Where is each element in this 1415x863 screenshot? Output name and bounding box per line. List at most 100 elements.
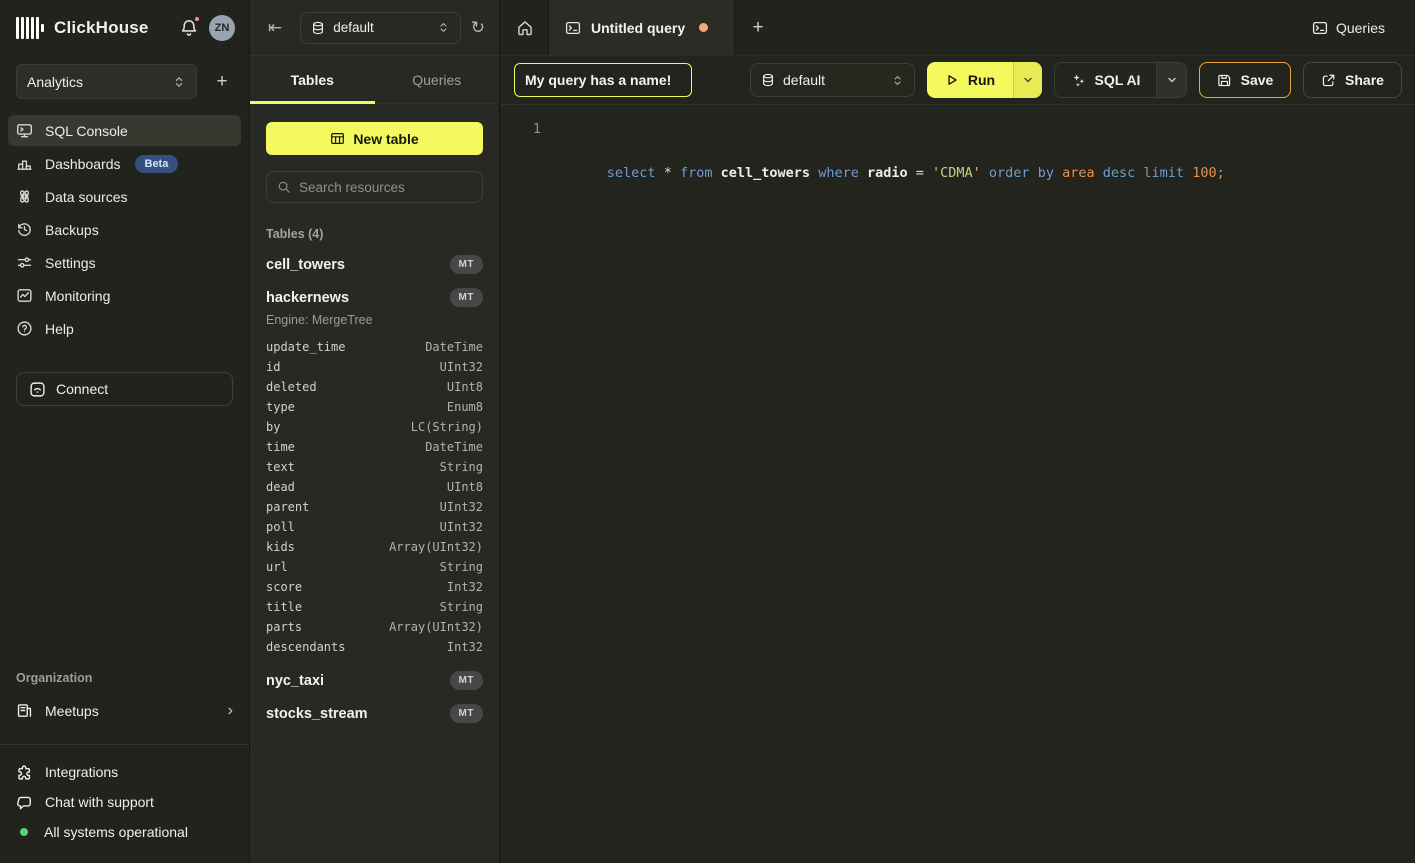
refresh-button[interactable]: ↻ bbox=[471, 18, 485, 38]
column-row[interactable]: time DateTime bbox=[266, 437, 483, 457]
column-type: Int32 bbox=[447, 640, 483, 654]
column-type: String bbox=[440, 600, 483, 614]
table-row-cell-towers[interactable]: cell_towers MT bbox=[266, 255, 483, 274]
clickhouse-logo[interactable] bbox=[16, 16, 44, 40]
tables-section-label: Tables (4) bbox=[266, 227, 483, 241]
chat-support-label: Chat with support bbox=[45, 794, 154, 810]
add-workspace-button[interactable]: + bbox=[209, 69, 235, 95]
database-selected-label: default bbox=[783, 72, 825, 88]
column-type: Array(UInt32) bbox=[389, 540, 483, 554]
notifications-button[interactable] bbox=[179, 18, 199, 38]
query-tab-label: Untitled query bbox=[591, 20, 685, 36]
sql-token: 100; bbox=[1192, 165, 1225, 181]
integrations-label: Integrations bbox=[45, 764, 118, 780]
explorer-database-selector[interactable]: default bbox=[300, 12, 461, 44]
save-button[interactable]: Save bbox=[1199, 62, 1291, 98]
column-row[interactable]: dead UInt8 bbox=[266, 477, 483, 497]
search-input[interactable] bbox=[299, 180, 476, 195]
column-type: DateTime bbox=[425, 340, 483, 354]
integrations-icon bbox=[16, 764, 33, 781]
column-row[interactable]: update_time DateTime bbox=[266, 337, 483, 357]
run-button[interactable]: Run bbox=[927, 62, 1013, 98]
sidebar-item-dashboards[interactable]: Dashboards Beta bbox=[8, 148, 241, 179]
column-row[interactable]: title String bbox=[266, 597, 483, 617]
sidebar-item-chat-support[interactable]: Chat with support bbox=[8, 787, 241, 817]
query-workbench: Untitled query + Queries default Run bbox=[501, 0, 1415, 863]
system-status-item[interactable]: All systems operational bbox=[8, 817, 241, 847]
sql-editor[interactable]: 1 select * from cell_towers where radio … bbox=[501, 105, 1415, 863]
workspace-selector[interactable]: Analytics bbox=[16, 64, 197, 99]
sidebar-item-data-sources[interactable]: Data sources bbox=[8, 181, 241, 212]
sidebar-item-label: Settings bbox=[45, 255, 96, 271]
query-name-input[interactable] bbox=[514, 63, 692, 97]
column-name: score bbox=[266, 580, 302, 594]
sidebar-item-integrations[interactable]: Integrations bbox=[8, 757, 241, 787]
column-name: time bbox=[266, 440, 295, 454]
sql-ai-options-button[interactable] bbox=[1156, 63, 1186, 97]
column-name: type bbox=[266, 400, 295, 414]
table-row-hackernews[interactable]: hackernews MT bbox=[266, 288, 483, 307]
tab-tables[interactable]: Tables bbox=[250, 56, 375, 103]
sidebar-item-sql-console[interactable]: SQL Console bbox=[8, 115, 241, 146]
column-row[interactable]: id UInt32 bbox=[266, 357, 483, 377]
sql-token bbox=[1030, 165, 1038, 181]
run-options-button[interactable] bbox=[1013, 62, 1042, 98]
dashboards-icon bbox=[16, 155, 33, 172]
column-row[interactable]: type Enum8 bbox=[266, 397, 483, 417]
line-number: 1 bbox=[501, 118, 541, 863]
sidebar-item-help[interactable]: Help bbox=[8, 313, 241, 344]
column-type: String bbox=[440, 560, 483, 574]
queries-button-label: Queries bbox=[1336, 20, 1385, 36]
table-row-stocks-stream[interactable]: stocks_stream MT bbox=[266, 704, 483, 723]
sidebar-item-settings[interactable]: Settings bbox=[8, 247, 241, 278]
sql-console-icon bbox=[16, 122, 33, 139]
sidebar-item-monitoring[interactable]: Monitoring bbox=[8, 280, 241, 311]
organization-section-label: Organization bbox=[0, 671, 249, 695]
avatar[interactable]: ZN bbox=[209, 15, 235, 41]
sql-token: radio bbox=[867, 165, 908, 181]
explorer-tabs: Tables Queries bbox=[250, 56, 499, 104]
engine-badge: MT bbox=[450, 288, 483, 307]
sql-token bbox=[1095, 165, 1103, 181]
column-row[interactable]: deleted UInt8 bbox=[266, 377, 483, 397]
new-query-tab-button[interactable]: + bbox=[735, 0, 781, 55]
column-name: parent bbox=[266, 500, 309, 514]
column-row[interactable]: poll UInt32 bbox=[266, 517, 483, 537]
sidebar-item-backups[interactable]: Backups bbox=[8, 214, 241, 245]
collapse-panel-button[interactable]: ⇤ bbox=[264, 16, 286, 40]
column-name: deleted bbox=[266, 380, 317, 394]
table-row-nyc-taxi[interactable]: nyc_taxi MT bbox=[266, 671, 483, 690]
column-row[interactable]: score Int32 bbox=[266, 577, 483, 597]
column-row[interactable]: descendants Int32 bbox=[266, 637, 483, 657]
sql-ai-button[interactable]: SQL AI bbox=[1055, 63, 1156, 97]
column-row[interactable]: parent UInt32 bbox=[266, 497, 483, 517]
column-row[interactable]: kids Array(UInt32) bbox=[266, 537, 483, 557]
data-sources-icon bbox=[16, 188, 33, 205]
column-name: title bbox=[266, 600, 302, 614]
toolbar-database-selector[interactable]: default bbox=[750, 63, 915, 97]
sidebar-nav: SQL Console Dashboards Beta Data sources… bbox=[0, 109, 249, 346]
new-table-label: New table bbox=[353, 131, 418, 147]
queries-button[interactable]: Queries bbox=[1312, 20, 1385, 36]
home-button[interactable] bbox=[501, 0, 548, 55]
column-row[interactable]: by LC(String) bbox=[266, 417, 483, 437]
query-tabs-bar: Untitled query + Queries bbox=[501, 0, 1415, 56]
engine-badge: MT bbox=[450, 671, 483, 690]
terminal-icon bbox=[1312, 20, 1328, 36]
new-table-button[interactable]: New table bbox=[266, 122, 483, 155]
tab-queries[interactable]: Queries bbox=[375, 56, 500, 103]
status-label: All systems operational bbox=[44, 824, 188, 840]
tab-untitled-query[interactable]: Untitled query bbox=[548, 0, 735, 55]
column-type: UInt8 bbox=[447, 480, 483, 494]
column-row[interactable]: parts Array(UInt32) bbox=[266, 617, 483, 637]
sidebar-item-label: Monitoring bbox=[45, 288, 110, 304]
sql-token bbox=[713, 165, 721, 181]
sidebar-item-meetups[interactable]: Meetups › bbox=[8, 695, 241, 726]
column-row[interactable]: text String bbox=[266, 457, 483, 477]
hackernews-columns: update_time DateTime id UInt32 deleted U… bbox=[266, 337, 483, 657]
sidebar-item-label: Help bbox=[45, 321, 74, 337]
column-type: UInt32 bbox=[440, 360, 483, 374]
connect-button[interactable]: Connect bbox=[16, 372, 233, 406]
share-button[interactable]: Share bbox=[1303, 62, 1402, 98]
column-row[interactable]: url String bbox=[266, 557, 483, 577]
